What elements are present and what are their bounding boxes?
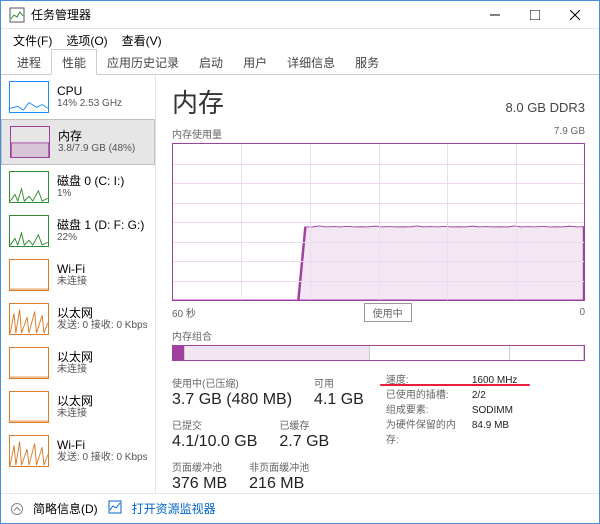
- menu-item[interactable]: 文件(F): [7, 30, 58, 51]
- minimize-button[interactable]: [475, 1, 515, 29]
- sidebar-item-name: 内存: [58, 129, 135, 143]
- sidebar-item-name: 以太网: [57, 350, 93, 364]
- sparkline-icon: [9, 391, 49, 423]
- sidebar-item-sub: 22%: [57, 232, 144, 244]
- usage-label-row: 内存使用量 7.9 GB: [172, 126, 585, 141]
- tab-服务[interactable]: 服务: [345, 50, 389, 74]
- menubar: 文件(F)选项(O)查看(V): [1, 29, 599, 51]
- highlight-underline: [380, 384, 530, 386]
- content-pane: 内存 8.0 GB DDR3 内存使用量 7.9 GB 60 秒 使用中 0 内…: [156, 75, 599, 493]
- composition-label: 内存组合: [172, 328, 585, 343]
- sparkline-icon: [10, 126, 50, 158]
- sidebar-item-2[interactable]: 磁盘 0 (C: I:)1%: [1, 165, 155, 209]
- brief-info-button[interactable]: 简略信息(D): [33, 500, 98, 517]
- sidebar-item-name: 以太网: [57, 306, 147, 320]
- sidebar-item-4[interactable]: Wi-Fi未连接: [1, 253, 155, 297]
- open-resource-monitor-link[interactable]: 打开资源监视器: [132, 500, 216, 517]
- detail-row: 为硬件保留的内存:84.9 MB: [386, 418, 518, 448]
- detail-row: 组成要素: SODIMM: [386, 403, 518, 418]
- tab-用户[interactable]: 用户: [233, 50, 277, 74]
- sidebar[interactable]: CPU14% 2.53 GHz内存3.8/7.9 GB (48%)磁盘 0 (C…: [1, 75, 156, 493]
- detail-key: 已使用的插槽:: [386, 388, 466, 403]
- sidebar-item-sub: 3.8/7.9 GB (48%): [58, 143, 135, 155]
- sparkline-icon: [9, 303, 49, 335]
- sidebar-item-sub: 14% 2.53 GHz: [57, 98, 122, 110]
- sidebar-item-name: Wi-Fi: [57, 438, 147, 452]
- sidebar-item-3[interactable]: 磁盘 1 (D: F: G:)22%: [1, 209, 155, 253]
- sidebar-item-sub: 未连接: [57, 408, 93, 420]
- window-title: 任务管理器: [31, 6, 475, 23]
- detail-value: 2/2: [472, 388, 486, 403]
- window-controls: [475, 1, 595, 29]
- sidebar-item-8[interactable]: Wi-Fi发送: 0 接收: 0 Kbps: [1, 429, 155, 473]
- stat-paged: 页面缓冲池 376 MB: [172, 459, 227, 493]
- stats-block: 使用中(已压缩) 3.7 GB (480 MB) 可用 4.1 GB 已提交 4…: [172, 373, 585, 493]
- sidebar-item-name: 磁盘 1 (D: F: G:): [57, 218, 144, 232]
- menu-item[interactable]: 查看(V): [116, 30, 168, 51]
- task-manager-window: 任务管理器 文件(F)选项(O)查看(V) 进程性能应用历史记录启动用户详细信息…: [0, 0, 600, 524]
- page-title: 内存: [172, 83, 224, 120]
- sparkline-icon: [9, 347, 49, 379]
- detail-key: 组成要素:: [386, 403, 466, 418]
- tab-详细信息[interactable]: 详细信息: [277, 50, 345, 74]
- memory-usage-chart[interactable]: [172, 143, 585, 301]
- sidebar-item-name: CPU: [57, 84, 122, 98]
- sidebar-item-name: 磁盘 0 (C: I:): [57, 174, 124, 188]
- sparkline-icon: [9, 215, 49, 247]
- menu-item[interactable]: 选项(O): [60, 30, 113, 51]
- sidebar-item-sub: 发送: 0 接收: 0 Kbps: [57, 320, 147, 332]
- tab-strip: 进程性能应用历史记录启动用户详细信息服务: [1, 51, 599, 75]
- tab-应用历史记录[interactable]: 应用历史记录: [97, 50, 189, 74]
- sidebar-item-5[interactable]: 以太网发送: 0 接收: 0 Kbps: [1, 297, 155, 341]
- sidebar-item-sub: 未连接: [57, 364, 93, 376]
- tab-启动[interactable]: 启动: [189, 50, 233, 74]
- inuse-badge: 使用中: [364, 303, 412, 322]
- app-icon: [9, 7, 25, 23]
- usage-max: 7.9 GB: [554, 126, 585, 141]
- sidebar-item-0[interactable]: CPU14% 2.53 GHz: [1, 75, 155, 119]
- titlebar[interactable]: 任务管理器: [1, 1, 599, 29]
- sparkline-icon: [9, 435, 49, 467]
- tab-性能[interactable]: 性能: [51, 49, 97, 75]
- stat-nonpaged: 非页面缓冲池 216 MB: [249, 459, 309, 493]
- composition-segment: [510, 346, 584, 360]
- memory-details: 速度:1600 MHz已使用的插槽:2/2组成要素:SODIMM为硬件保留的内存…: [386, 373, 518, 493]
- axis-left: 60 秒: [172, 305, 196, 320]
- sidebar-item-6[interactable]: 以太网未连接: [1, 341, 155, 385]
- usage-label: 内存使用量: [172, 126, 222, 141]
- detail-row: 已使用的插槽: 2/2: [386, 388, 518, 403]
- composition-segment: [173, 346, 185, 360]
- sparkline-icon: [9, 171, 49, 203]
- composition-segment: [370, 346, 510, 360]
- stat-inuse: 使用中(已压缩) 3.7 GB (480 MB): [172, 375, 292, 409]
- detail-value: 84.9 MB: [472, 418, 509, 448]
- close-button[interactable]: [555, 1, 595, 29]
- stat-committed: 已提交 4.1/10.0 GB: [172, 417, 257, 451]
- maximize-button[interactable]: [515, 1, 555, 29]
- sidebar-item-name: 以太网: [57, 394, 93, 408]
- memory-composition-chart[interactable]: [172, 345, 585, 361]
- detail-key: 为硬件保留的内存:: [386, 418, 466, 448]
- detail-value: SODIMM: [472, 403, 513, 418]
- sidebar-item-sub: 1%: [57, 188, 124, 200]
- tab-进程[interactable]: 进程: [7, 50, 51, 74]
- footer: 简略信息(D) 打开资源监视器: [1, 493, 599, 523]
- axis-right: 0: [579, 307, 585, 318]
- sidebar-item-1[interactable]: 内存3.8/7.9 GB (48%): [1, 119, 155, 165]
- sparkline-icon: [9, 259, 49, 291]
- memory-spec: 8.0 GB DDR3: [506, 100, 585, 115]
- resource-monitor-icon: [108, 500, 122, 517]
- sparkline-icon: [9, 81, 49, 113]
- chart-axis-row: 60 秒 使用中 0: [172, 303, 585, 322]
- sidebar-item-sub: 未连接: [57, 276, 87, 288]
- sidebar-item-sub: 发送: 0 接收: 0 Kbps: [57, 452, 147, 464]
- sidebar-item-7[interactable]: 以太网未连接: [1, 385, 155, 429]
- main-area: CPU14% 2.53 GHz内存3.8/7.9 GB (48%)磁盘 0 (C…: [1, 75, 599, 493]
- chevron-up-icon[interactable]: [11, 503, 23, 515]
- content-header: 内存 8.0 GB DDR3: [172, 83, 585, 120]
- sidebar-item-name: Wi-Fi: [57, 262, 87, 276]
- stat-available: 可用 4.1 GB: [314, 375, 364, 409]
- composition-segment: [185, 346, 370, 360]
- stat-cached: 已缓存 2.7 GB: [279, 417, 329, 451]
